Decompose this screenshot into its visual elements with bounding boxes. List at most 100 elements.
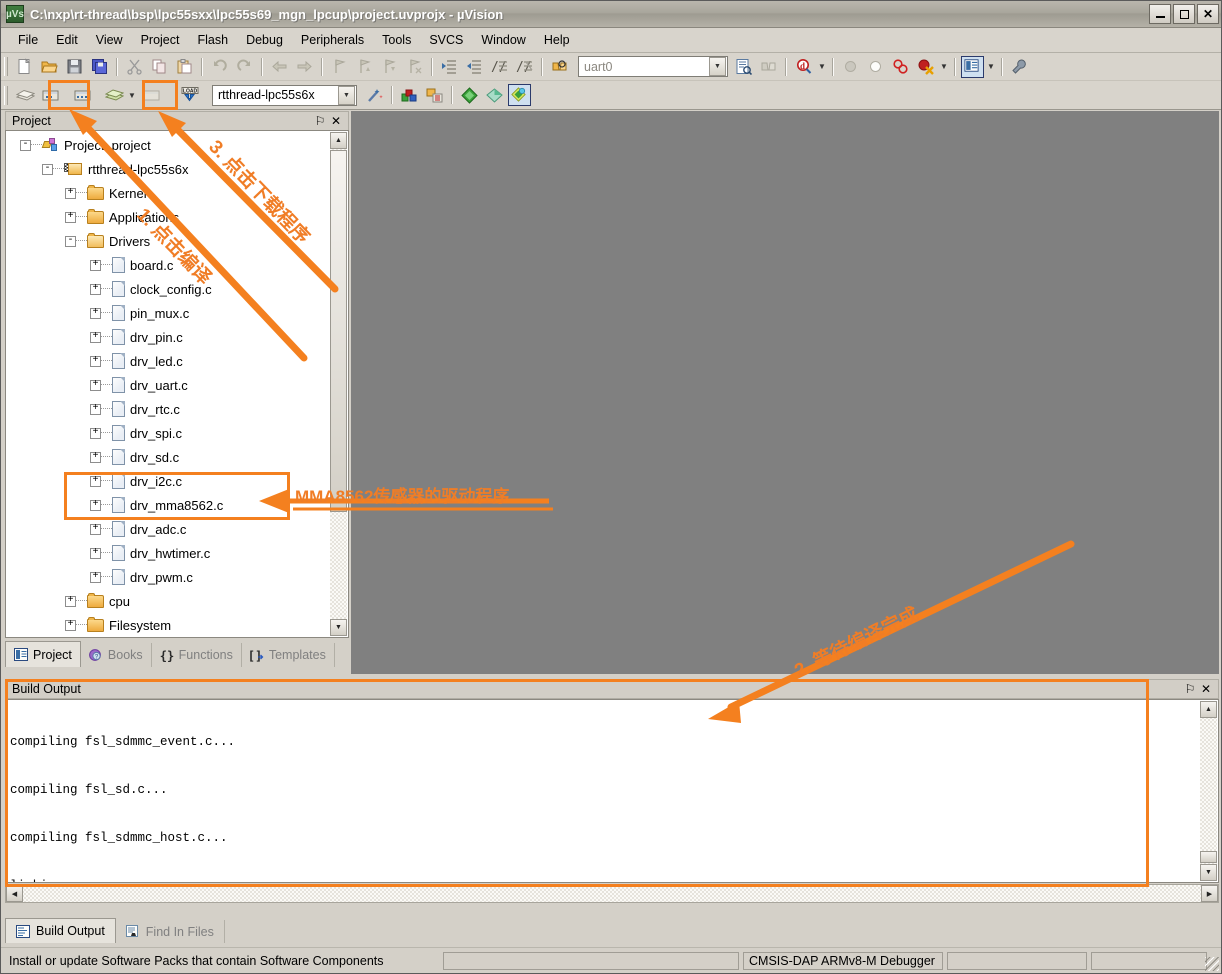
bookmark-prev-button[interactable]: [353, 56, 376, 78]
kill-all-breakpoints-button[interactable]: [914, 56, 937, 78]
reset-button[interactable]: [864, 56, 887, 78]
navigate-back-button[interactable]: [268, 56, 291, 78]
expander-icon[interactable]: -: [65, 236, 76, 247]
download-button[interactable]: LOAD: [177, 84, 200, 106]
expander-icon[interactable]: +: [65, 212, 76, 223]
translate-file-button[interactable]: [13, 84, 36, 106]
navigate-forward-button[interactable]: [293, 56, 316, 78]
target-options-wizard-button[interactable]: [363, 84, 386, 106]
tree-item-filesystem[interactable]: + Filesystem: [8, 613, 329, 635]
tree-item-file[interactable]: + board.c: [8, 253, 329, 277]
tree-item-file[interactable]: + drv_spi.c: [8, 421, 329, 445]
configure-tools-button[interactable]: [1008, 56, 1031, 78]
expander-icon[interactable]: +: [90, 404, 101, 415]
menu-peripherals[interactable]: Peripherals: [292, 30, 373, 50]
copy-button[interactable]: [148, 56, 171, 78]
search-dropdown-arrow[interactable]: ▼: [709, 57, 726, 76]
menu-view[interactable]: View: [87, 30, 132, 50]
resize-grip[interactable]: [1205, 957, 1219, 971]
save-button[interactable]: [63, 56, 86, 78]
tab-project[interactable]: Project: [5, 641, 81, 667]
expander-icon[interactable]: +: [65, 188, 76, 199]
expander-icon[interactable]: +: [65, 596, 76, 607]
bookmark-toggle-button[interactable]: [328, 56, 351, 78]
scrollbar-thumb[interactable]: [1200, 851, 1217, 863]
find-next-button[interactable]: [757, 56, 780, 78]
expander-icon[interactable]: +: [90, 260, 101, 271]
project-tree-scrollbar[interactable]: ▲ ▼: [330, 132, 347, 636]
batch-build-dropdown-arrow[interactable]: ▼: [126, 84, 138, 106]
build-output-hscrollbar[interactable]: ◀ ▶: [5, 884, 1219, 903]
expander-icon[interactable]: +: [90, 428, 101, 439]
tree-item-file[interactable]: + drv_hwtimer.c: [8, 541, 329, 565]
tree-item-file[interactable]: + drv_pin.c: [8, 325, 329, 349]
batch-build-button[interactable]: [102, 84, 125, 106]
debug-session-button[interactable]: [839, 56, 862, 78]
tree-item-file[interactable]: + drv_uart.c: [8, 373, 329, 397]
tab-build-output[interactable]: Build Output: [5, 918, 116, 943]
tree-item-project[interactable]: - Project: project: [8, 133, 329, 157]
bookmark-next-button[interactable]: [378, 56, 401, 78]
maximize-button[interactable]: [1173, 4, 1195, 24]
search-combo[interactable]: uart0 ▼: [578, 56, 728, 77]
expander-icon[interactable]: +: [90, 548, 101, 559]
tree-item-target[interactable]: - rtthread-lpc55s6x: [8, 157, 329, 181]
expander-icon[interactable]: +: [90, 572, 101, 583]
tree-item-file[interactable]: + drv_pwm.c: [8, 565, 329, 589]
configure-button[interactable]: [483, 84, 506, 106]
search-input[interactable]: uart0: [579, 60, 709, 74]
tree-item-applications[interactable]: + Applications: [8, 205, 329, 229]
expander-icon[interactable]: -: [42, 164, 53, 175]
show-browse-info-button[interactable]: [732, 56, 755, 78]
scrollbar-thumb[interactable]: [330, 150, 347, 512]
menu-window[interactable]: Window: [472, 30, 534, 50]
scroll-down-button[interactable]: ▼: [330, 619, 347, 636]
tab-books[interactable]: ? Books: [81, 643, 152, 667]
pack-installer-button[interactable]: [508, 84, 531, 106]
options-for-target-button[interactable]: [458, 84, 481, 106]
expander-icon[interactable]: +: [90, 356, 101, 367]
cut-button[interactable]: [123, 56, 146, 78]
close-button[interactable]: ✕: [1197, 4, 1219, 24]
undo-button[interactable]: [208, 56, 231, 78]
scroll-up-button[interactable]: ▲: [330, 132, 347, 149]
comment-button[interactable]: //: [488, 56, 511, 78]
tree-item-kernel[interactable]: + Kernel: [8, 181, 329, 205]
save-all-button[interactable]: [88, 56, 111, 78]
build-toolbar-grip[interactable]: [4, 86, 8, 105]
find-in-files-button[interactable]: [548, 56, 571, 78]
menu-edit[interactable]: Edit: [47, 30, 87, 50]
tree-item-cpu[interactable]: + cpu: [8, 589, 329, 613]
build-target-button[interactable]: [38, 84, 61, 106]
tree-item-file[interactable]: + pin_mux.c: [8, 301, 329, 325]
menu-file[interactable]: File: [9, 30, 47, 50]
tree-item-file-mma8562[interactable]: + drv_mma8562.c: [8, 493, 329, 517]
expander-icon[interactable]: +: [90, 284, 101, 295]
menu-project[interactable]: Project: [132, 30, 189, 50]
tree-item-file[interactable]: + drv_sd.c: [8, 445, 329, 469]
scroll-down-button[interactable]: ▼: [1200, 864, 1217, 881]
paste-button[interactable]: [173, 56, 196, 78]
stop-build-button[interactable]: [139, 84, 162, 106]
find-button[interactable]: d: [792, 56, 815, 78]
tree-item-drivers[interactable]: - Drivers: [8, 229, 329, 253]
menu-flash[interactable]: Flash: [188, 30, 237, 50]
scroll-up-button[interactable]: ▲: [1200, 701, 1217, 718]
open-file-button[interactable]: [38, 56, 61, 78]
target-select-arrow[interactable]: ▼: [338, 86, 355, 105]
expander-icon[interactable]: +: [90, 452, 101, 463]
pin-icon[interactable]: ⚐: [312, 113, 328, 129]
tree-item-file[interactable]: + drv_rtc.c: [8, 397, 329, 421]
minimize-button[interactable]: [1149, 4, 1171, 24]
tab-functions[interactable]: {} Functions: [152, 643, 242, 667]
manage-project-items-button[interactable]: [398, 84, 421, 106]
toolbar-grip[interactable]: [4, 57, 8, 76]
panel-close-icon[interactable]: ✕: [328, 113, 344, 129]
scroll-right-button[interactable]: ▶: [1201, 885, 1218, 902]
tab-templates[interactable]: [] Templates: [242, 643, 335, 667]
scroll-left-button[interactable]: ◀: [6, 885, 23, 902]
multi-project-button[interactable]: [423, 84, 446, 106]
indent-button[interactable]: [438, 56, 461, 78]
bookmark-clear-button[interactable]: [403, 56, 426, 78]
breakpoints-button[interactable]: [889, 56, 912, 78]
